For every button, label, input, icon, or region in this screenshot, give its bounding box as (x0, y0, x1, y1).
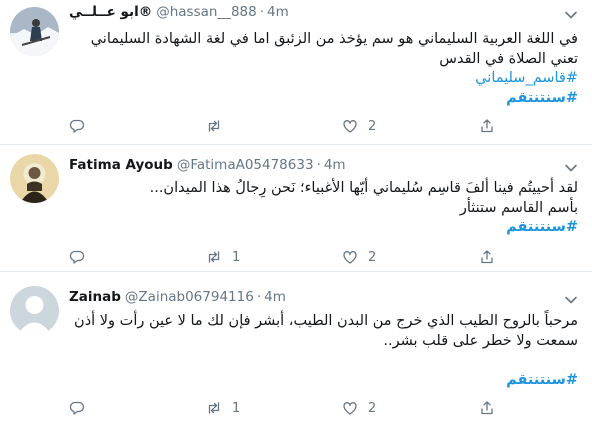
reply-icon (69, 119, 85, 133)
like-count: 2 (368, 249, 377, 265)
avatar[interactable] (10, 7, 59, 56)
like-button[interactable]: 2 (342, 116, 376, 136)
timestamp[interactable]: 4m (324, 157, 346, 173)
reply-icon (69, 401, 85, 415)
share-button[interactable] (479, 247, 495, 267)
user-handle[interactable]: @FatimaA05478633 (177, 157, 314, 173)
display-name[interactable]: Fatima Ayoub (69, 157, 173, 173)
user-handle[interactable]: @hassan__888 (156, 4, 257, 20)
separator-dot: · (259, 4, 265, 20)
tweet-actions: 1 2 (69, 398, 529, 418)
chevron-down-icon[interactable] (564, 8, 578, 22)
like-icon (343, 120, 357, 133)
share-icon (481, 401, 493, 415)
tweet-header: ابو عــلــي® @hassan__888 · 4m (69, 4, 289, 20)
like-count: 2 (368, 400, 377, 416)
tweet-text-line: في اللغة العربية السليماني هو سم يؤخذ من… (90, 31, 578, 47)
retweet-count: 1 (232, 400, 241, 416)
timestamp[interactable]: 4m (264, 289, 286, 305)
tweet[interactable]: ابو عــلــي® @hassan__888 · 4m في اللغة الع… (0, 0, 592, 145)
reply-icon (69, 250, 85, 264)
retweet-button[interactable] (206, 116, 232, 136)
separator-dot: · (316, 157, 321, 173)
hashtag-link[interactable]: #سنتنتقم (64, 89, 578, 109)
display-name[interactable]: ابو عــلــي® (69, 4, 152, 20)
retweet-button[interactable]: 1 (206, 398, 240, 418)
chevron-down-icon[interactable] (564, 161, 578, 175)
hashtag-link[interactable]: #سنتنتقم (64, 371, 578, 391)
timestamp[interactable]: 4m (267, 4, 289, 20)
share-icon (481, 119, 493, 133)
reply-button[interactable] (69, 247, 95, 267)
tweet-text-line: لقد أحييتُم فينا ألفَ قاسِم سُليماني أيّ… (149, 180, 578, 196)
user-handle[interactable]: @Zainab06794116 (125, 289, 254, 305)
retweet-icon (208, 120, 220, 132)
like-icon (343, 251, 357, 264)
retweet-count: 1 (232, 249, 241, 265)
hashtag-link[interactable]: #سنتنتقم (64, 218, 578, 238)
tweet-text-line: تعني الصلاة في القدس (439, 50, 578, 67)
tweet-text: في اللغة العربية السليماني هو سم يؤخذ من… (64, 30, 578, 108)
reply-button[interactable] (69, 116, 95, 136)
tweet-text-line: بأسم القاسم ستنثأر (459, 199, 578, 216)
tweet-text-line: مرحباً بالروح الطيب الذي خرج من البدن ال… (74, 313, 578, 329)
chevron-down-icon[interactable] (564, 293, 578, 307)
default-avatar-image (10, 286, 59, 335)
avatar-image (10, 154, 59, 203)
avatar-image (10, 7, 59, 56)
reply-button[interactable] (69, 398, 95, 418)
tweet-header: Zainab @Zainab06794116 · 4m (69, 289, 286, 305)
tweet-header: Fatima Ayoub @FatimaA05478633 · 4m (69, 157, 346, 173)
hashtag-link[interactable]: #قاسم_سليماني (64, 69, 578, 89)
avatar[interactable] (10, 154, 59, 203)
like-button[interactable]: 2 (342, 247, 376, 267)
avatar[interactable] (10, 286, 59, 335)
tweet-actions: 2 (69, 116, 529, 136)
tweet-actions: 1 2 (69, 247, 529, 267)
separator-dot: · (256, 289, 262, 305)
like-icon (343, 402, 357, 415)
tweet[interactable]: Zainab @Zainab06794116 · 4m مرحباً بالروح ا… (0, 272, 592, 423)
like-count: 2 (368, 118, 377, 134)
retweet-icon (208, 251, 220, 263)
share-button[interactable] (479, 116, 495, 136)
retweet-icon (208, 402, 220, 414)
share-button[interactable] (479, 398, 495, 418)
tweet-text: مرحباً بالروح الطيب الذي خرج من البدن ال… (64, 312, 578, 390)
tweet[interactable]: Fatima Ayoub @FatimaA05478633 · 4m لقد أحيي… (0, 145, 592, 272)
tweet-text-line: سمعت ولا خطر على قلب بشر.. (383, 332, 578, 349)
display-name[interactable]: Zainab (69, 289, 121, 305)
like-button[interactable]: 2 (342, 398, 376, 418)
tweet-text: لقد أحييتُم فينا ألفَ قاسِم سُليماني أيّ… (64, 179, 578, 238)
retweet-button[interactable]: 1 (206, 247, 240, 267)
share-icon (481, 250, 493, 264)
